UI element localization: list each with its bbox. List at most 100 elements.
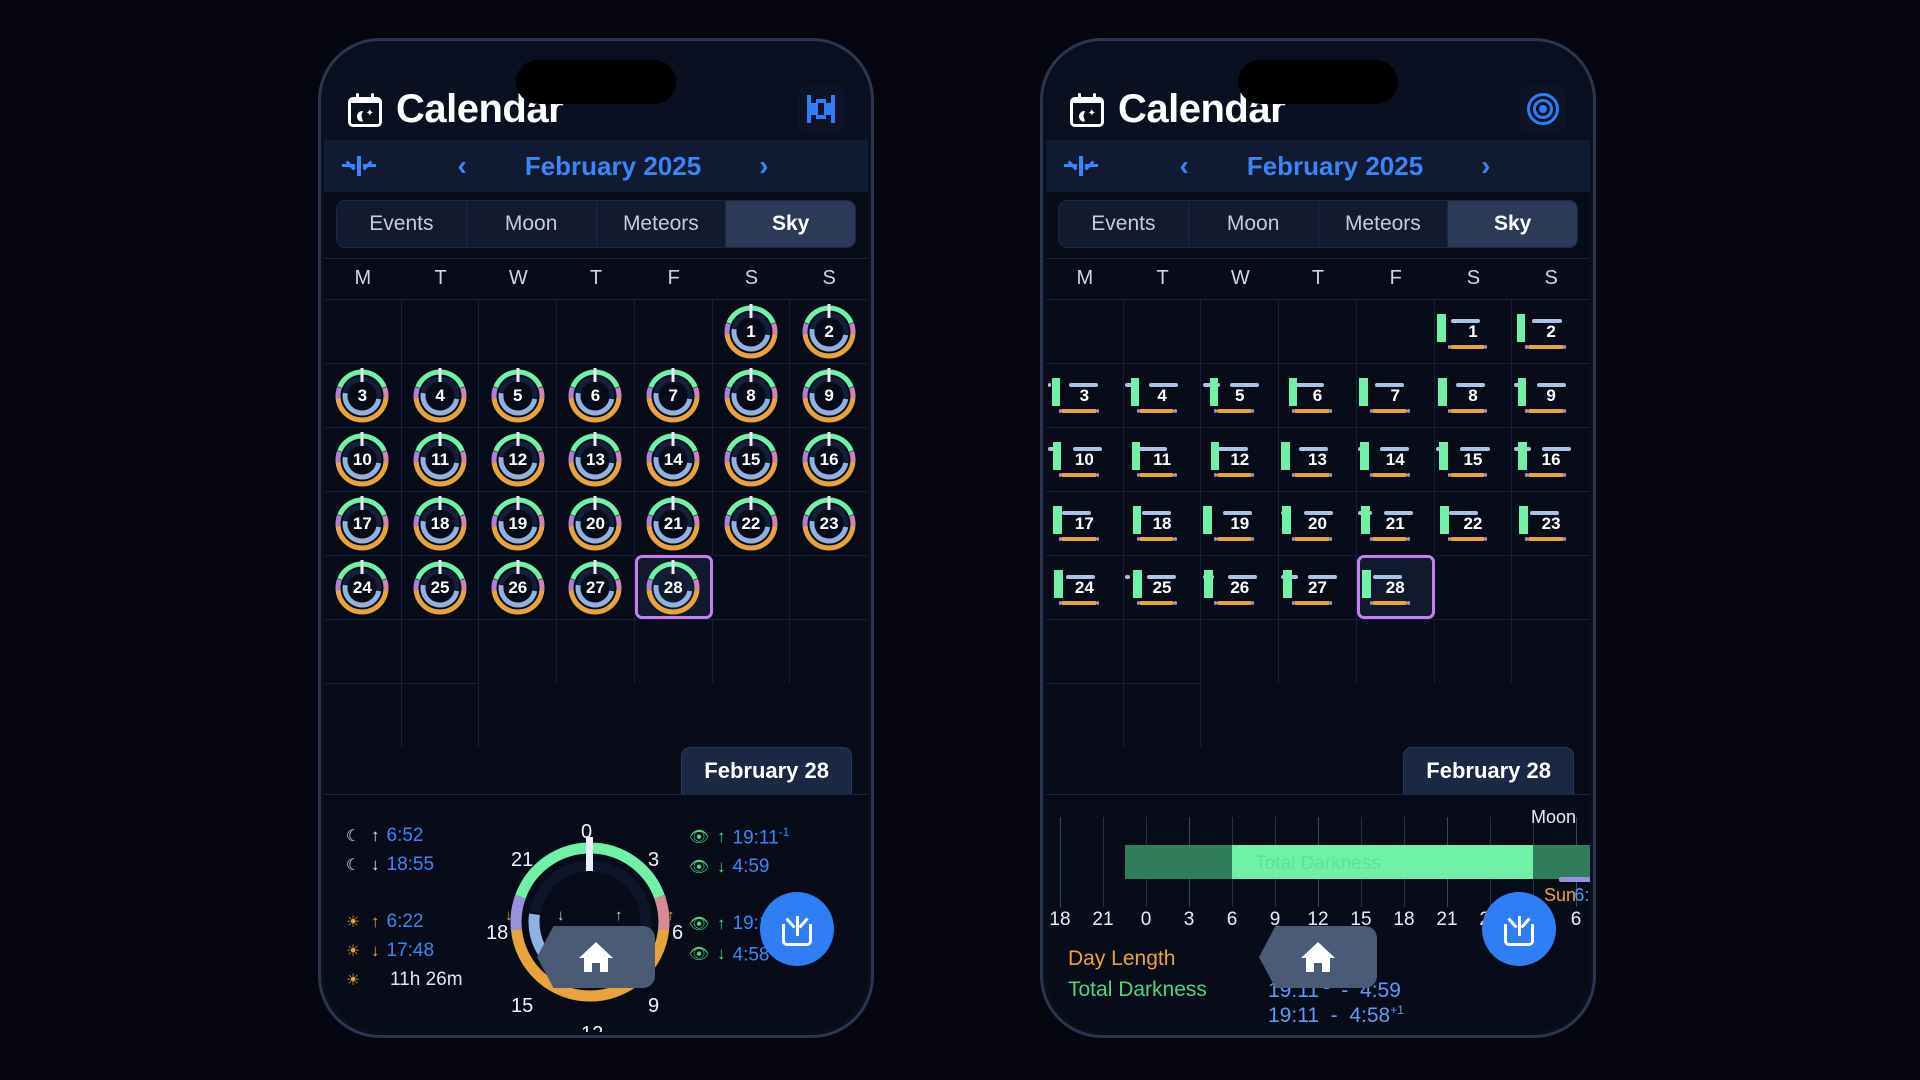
prev-month-button[interactable]: ‹	[458, 152, 467, 180]
prev-month-button[interactable]: ‹	[1180, 152, 1189, 180]
calendar-day-28[interactable]: 28	[1356, 555, 1435, 619]
detail-date-tab[interactable]: February 28	[1403, 747, 1574, 794]
calendar-day-5[interactable]: 5	[479, 363, 558, 427]
calendar-day-7[interactable]: 7	[1356, 363, 1435, 427]
calendar-day-14[interactable]: 14	[634, 427, 713, 491]
calendar-day-20[interactable]: 20	[557, 491, 635, 555]
calendar-day-24[interactable]: 24	[324, 555, 402, 619]
phone-left-screen: ✦ Calendar ‹ February 2025 › Events Moon…	[324, 44, 868, 1032]
day-number: 2	[1546, 321, 1556, 341]
calendar-day-25[interactable]: 25	[401, 555, 480, 619]
calendar-day-14[interactable]: 14	[1356, 427, 1435, 491]
h-split-icon-button[interactable]	[798, 86, 844, 132]
next-month-button[interactable]: ›	[1481, 152, 1490, 180]
calendar-cell-empty	[324, 683, 402, 747]
day-ring-chart: 17	[334, 495, 390, 552]
calendar-day-6[interactable]: 6	[1279, 363, 1357, 427]
tab-moon[interactable]: Moon	[467, 201, 597, 247]
calendar-day-25[interactable]: 25	[1123, 555, 1202, 619]
calendar-day-4[interactable]: 4	[1123, 363, 1202, 427]
calendar-day-11[interactable]: 11	[1123, 427, 1202, 491]
calendar-day-16[interactable]: 16	[790, 427, 868, 491]
calendar-day-1[interactable]: 1	[712, 299, 791, 363]
home-button[interactable]	[1259, 926, 1377, 988]
collapse-icon[interactable]	[1064, 156, 1098, 176]
calendar-day-13[interactable]: 13	[557, 427, 635, 491]
times-column-left: ☾ ↑ 6:52 ☾ ↓ 18:55 ☀ ↑ 6:22 ☀ ↓ 17:48 ☀ …	[342, 817, 492, 1027]
calendar-day-22[interactable]: 22	[712, 491, 791, 555]
calendar-day-27[interactable]: 27	[557, 555, 635, 619]
tab-events[interactable]: Events	[337, 201, 467, 247]
calendar-day-17[interactable]: 17	[324, 491, 402, 555]
calendar-day-6[interactable]: 6	[557, 363, 635, 427]
calendar-day-7[interactable]: 7	[634, 363, 713, 427]
calendar-day-28[interactable]: 28	[634, 555, 713, 619]
calendar-day-21[interactable]: 21	[634, 491, 713, 555]
calendar-day-3[interactable]: 3	[324, 363, 402, 427]
calendar-day-27[interactable]: 27	[1279, 555, 1357, 619]
collapse-icon[interactable]	[342, 156, 376, 176]
calendar-day-8[interactable]: 8	[712, 363, 791, 427]
calendar-day-21[interactable]: 21	[1356, 491, 1435, 555]
calendar-day-26[interactable]: 26	[1201, 555, 1280, 619]
calendar-day-26[interactable]: 26	[479, 555, 558, 619]
calendar-day-2[interactable]: 2	[790, 299, 868, 363]
calendar-day-18[interactable]: 18	[401, 491, 480, 555]
calendar-day-10[interactable]: 10	[1046, 427, 1124, 491]
tab-meteors[interactable]: Meteors	[1319, 201, 1449, 247]
sunset-value: 17:48	[386, 940, 435, 961]
day-ring-chart: 23	[801, 495, 857, 552]
day-number: 21	[1385, 513, 1405, 533]
calendar-day-15[interactable]: 15	[1434, 427, 1513, 491]
calendar-day-12[interactable]: 12	[1201, 427, 1280, 491]
calendar-day-5[interactable]: 5	[1201, 363, 1280, 427]
day-ring-chart: 1	[723, 303, 779, 360]
share-button[interactable]	[1482, 892, 1556, 966]
calendar-day-24[interactable]: 24	[1046, 555, 1124, 619]
tab-events[interactable]: Events	[1059, 201, 1189, 247]
day-bar-chart: 24	[1046, 556, 1123, 619]
calendar-day-4[interactable]: 4	[401, 363, 480, 427]
day-number: 3	[357, 385, 368, 405]
calendar-day-23[interactable]: 23	[1512, 491, 1590, 555]
day-ring-chart: 27	[567, 559, 623, 616]
calendar-day-15[interactable]: 15	[712, 427, 791, 491]
darkness2-end-value: 4:58	[732, 944, 770, 966]
x-tick-3: 3	[1183, 909, 1195, 930]
calendar-cell-empty	[1046, 619, 1124, 683]
target-icon-button[interactable]	[1520, 86, 1566, 132]
calendar-day-17[interactable]: 17	[1046, 491, 1124, 555]
calendar-day-23[interactable]: 23	[790, 491, 868, 555]
calendar-day-22[interactable]: 22	[1434, 491, 1513, 555]
calendar-day-13[interactable]: 13	[1279, 427, 1357, 491]
day-ring-chart: 21	[645, 495, 701, 552]
calendar-day-2[interactable]: 2	[1512, 299, 1590, 363]
day-number: 16	[819, 449, 839, 469]
calendar-day-10[interactable]: 10	[324, 427, 402, 491]
calendar-day-12[interactable]: 12	[479, 427, 558, 491]
calendar-day-20[interactable]: 20	[1279, 491, 1357, 555]
sun-span-bar	[1061, 601, 1097, 606]
calendar-day-16[interactable]: 16	[1512, 427, 1590, 491]
share-button[interactable]	[760, 892, 834, 966]
calendar-day-1[interactable]: 1	[1434, 299, 1513, 363]
tab-moon[interactable]: Moon	[1189, 201, 1319, 247]
calendar-day-8[interactable]: 8	[1434, 363, 1513, 427]
calendar-day-19[interactable]: 19	[1201, 491, 1280, 555]
tab-meteors[interactable]: Meteors	[597, 201, 727, 247]
calendar-day-3[interactable]: 3	[1046, 363, 1124, 427]
calendar-day-9[interactable]: 9	[1512, 363, 1590, 427]
month-label[interactable]: February 2025	[1247, 151, 1423, 182]
tab-sky[interactable]: Sky	[1448, 201, 1577, 247]
calendar-day-18[interactable]: 18	[1123, 491, 1202, 555]
moonset-row: ☾ ↓ 18:55	[342, 854, 492, 876]
calendar-day-19[interactable]: 19	[479, 491, 558, 555]
home-button[interactable]	[537, 926, 655, 988]
next-month-button[interactable]: ›	[759, 152, 768, 180]
month-label[interactable]: February 2025	[525, 151, 701, 182]
calendar-day-11[interactable]: 11	[401, 427, 480, 491]
calendar-day-9[interactable]: 9	[790, 363, 868, 427]
day-number: 3	[1079, 385, 1090, 405]
tab-sky[interactable]: Sky	[726, 201, 855, 247]
detail-date-tab[interactable]: February 28	[681, 747, 852, 794]
